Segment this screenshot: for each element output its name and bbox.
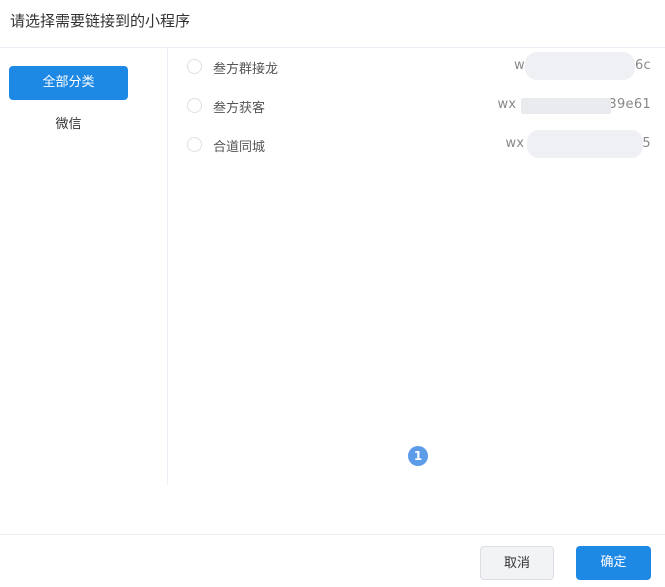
radio-button[interactable] — [187, 137, 202, 152]
redaction-mask — [525, 52, 635, 80]
list-item[interactable]: 叁方群接龙 w 6c — [169, 48, 665, 87]
select-miniprogram-dialog: 请选择需要链接到的小程序 全部分类 微信 叁方群接龙 w 6c 叁方获客 wx 39… — [0, 0, 665, 587]
pagination-page-button[interactable]: 1 — [408, 446, 428, 466]
radio-button[interactable] — [187, 98, 202, 113]
dialog-footer: 取消 确定 — [0, 534, 665, 587]
list-item[interactable]: 合道同城 wx 5 — [169, 126, 665, 165]
confirm-button[interactable]: 确定 — [576, 546, 651, 580]
miniprogram-name: 叁方获客 — [213, 101, 266, 116]
dialog-title: 请选择需要链接到的小程序 — [10, 12, 191, 30]
category-wechat-button[interactable]: 微信 — [9, 108, 128, 142]
cancel-button[interactable]: 取消 — [480, 546, 554, 580]
category-all-button[interactable]: 全部分类 — [9, 66, 128, 100]
category-sidebar: 全部分类 微信 — [0, 48, 168, 485]
redaction-mask — [527, 130, 643, 158]
miniprogram-name: 叁方群接龙 — [213, 62, 279, 77]
miniprogram-name: 合道同城 — [213, 140, 266, 155]
list-item[interactable]: 叁方获客 wx 39e61 — [169, 87, 665, 126]
redaction-mask — [521, 98, 611, 114]
radio-button[interactable] — [187, 59, 202, 74]
miniprogram-list: 叁方群接龙 w 6c 叁方获客 wx 39e61 合道同城 wx 5 — [169, 48, 665, 485]
dialog-header: 请选择需要链接到的小程序 — [0, 0, 665, 48]
